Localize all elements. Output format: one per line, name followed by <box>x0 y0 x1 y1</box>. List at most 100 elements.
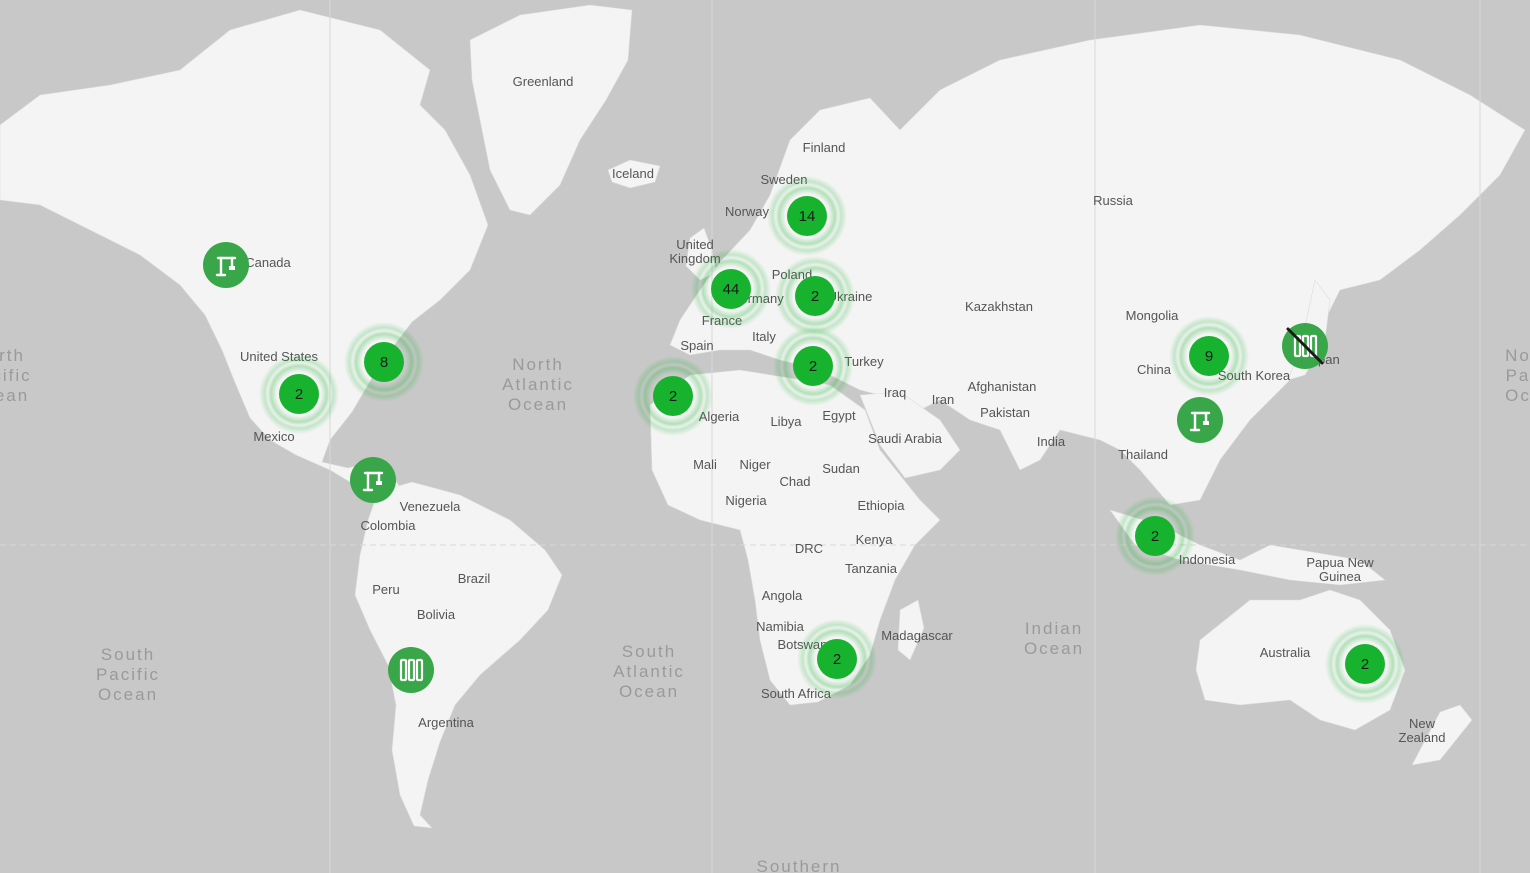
country-label-line: Bolivia <box>417 607 456 622</box>
country-label-line: Argentina <box>418 715 474 730</box>
country-label-mali: Mali <box>693 457 717 472</box>
country-label-line: Libya <box>770 414 802 429</box>
country-label-afghanistan: Afghanistan <box>968 379 1037 394</box>
cluster-count: 2 <box>809 358 817 375</box>
country-label-line: Afghanistan <box>968 379 1037 394</box>
country-label-line: Zealand <box>1399 730 1446 745</box>
ocean-label-line: cific <box>0 366 32 385</box>
country-label-line: Spain <box>680 338 713 353</box>
country-label-niger: Niger <box>739 457 771 472</box>
country-label-line: Namibia <box>756 619 804 634</box>
country-label-line: Finland <box>803 140 846 155</box>
cluster-northern-europe[interactable]: 14 <box>767 176 847 256</box>
country-label-iraq: Iraq <box>884 385 906 400</box>
country-label-spain: Spain <box>680 338 713 353</box>
country-label-mongolia: Mongolia <box>1126 308 1180 323</box>
country-label-australia: Australia <box>1260 645 1311 660</box>
site-marker-badge[interactable] <box>1177 397 1223 443</box>
country-label-iceland: Iceland <box>612 166 654 181</box>
site-marker-china-coast[interactable] <box>1177 397 1223 443</box>
country-label-chad: Chad <box>779 474 810 489</box>
ocean-label-line: Ocean <box>1024 639 1084 658</box>
cluster-south-us[interactable]: 2 <box>259 354 339 434</box>
cluster-count: 2 <box>295 386 303 403</box>
country-label-venezuela: Venezuela <box>400 499 461 514</box>
country-label-line: Brazil <box>458 571 491 586</box>
cluster-north-africa[interactable]: 2 <box>633 356 713 436</box>
country-label-line: Russia <box>1093 193 1134 208</box>
country-label-canada: Canada <box>245 255 291 270</box>
country-label-saudi-arabia: Saudi Arabia <box>868 431 942 446</box>
ocean-label-line: Ocean <box>508 395 568 414</box>
country-label-line: Guinea <box>1319 569 1362 584</box>
country-label-line: Tanzania <box>845 561 898 576</box>
country-label-line: Chad <box>779 474 810 489</box>
country-label-line: Kazakhstan <box>965 299 1033 314</box>
country-label-line: Nigeria <box>725 493 767 508</box>
cluster-count: 8 <box>380 354 388 371</box>
ocean-label-line: South <box>101 645 155 664</box>
country-label-brazil: Brazil <box>458 571 491 586</box>
cluster-western-europe[interactable]: 44 <box>691 249 771 329</box>
site-marker-japan[interactable] <box>1282 323 1328 369</box>
country-label-line: DRC <box>795 541 823 556</box>
country-label-line: Iceland <box>612 166 654 181</box>
site-marker-badge[interactable] <box>350 457 396 503</box>
cluster-count: 2 <box>1151 528 1159 545</box>
cluster-count: 2 <box>833 651 841 668</box>
country-label-line: Venezuela <box>400 499 461 514</box>
country-label-china: China <box>1137 362 1172 377</box>
cluster-australia[interactable]: 2 <box>1325 624 1405 704</box>
ocean-label-line: Atlantic <box>613 662 685 681</box>
cluster-turkey[interactable]: 2 <box>773 326 853 406</box>
country-label-line: Iraq <box>884 385 906 400</box>
cluster-eastern-europe[interactable]: 2 <box>775 256 855 336</box>
country-label-line: Egypt <box>822 408 856 423</box>
country-label-line: Pakistan <box>980 405 1030 420</box>
cluster-count: 2 <box>669 388 677 405</box>
cluster-east-asia[interactable]: 9 <box>1169 316 1249 396</box>
ocean-label-line: Indian <box>1025 619 1083 638</box>
country-label-angola: Angola <box>762 588 803 603</box>
country-label-colombia: Colombia <box>361 518 417 533</box>
site-marker-badge[interactable] <box>203 242 249 288</box>
country-label-line: Ethiopia <box>858 498 906 513</box>
country-label-line: Italy <box>752 329 776 344</box>
ocean-label-line: Oc <box>1505 386 1530 405</box>
country-label-sudan: Sudan <box>822 461 860 476</box>
ocean-label-line: Pa <box>1506 366 1530 385</box>
site-marker-canada[interactable] <box>203 242 249 288</box>
site-marker-chile[interactable] <box>388 647 434 693</box>
country-label-line: Mali <box>693 457 717 472</box>
country-label-kenya: Kenya <box>856 532 894 547</box>
country-label-line: Saudi Arabia <box>868 431 942 446</box>
country-label-russia: Russia <box>1093 193 1134 208</box>
country-label-line: Thailand <box>1118 447 1168 462</box>
country-label-peru: Peru <box>372 582 399 597</box>
ocean-label-southern-ocean: Southern <box>757 857 842 873</box>
world-map[interactable]: North Atlantic OceanSouth Atlantic OceanSout… <box>0 0 1530 873</box>
site-marker-central-america[interactable] <box>350 457 396 503</box>
country-label-tanzania: Tanzania <box>845 561 898 576</box>
country-label-thailand: Thailand <box>1118 447 1168 462</box>
cluster-indonesia[interactable]: 2 <box>1115 496 1195 576</box>
country-label-pakistan: Pakistan <box>980 405 1030 420</box>
ocean-label-line: Southern <box>757 857 842 873</box>
ocean-label-line: Atlantic <box>502 375 574 394</box>
country-label-line: Peru <box>372 582 399 597</box>
ocean-label-south-pacific-ocean: South Pacific Ocean <box>96 645 160 704</box>
country-label-italy: Italy <box>752 329 776 344</box>
ocean-label-line: ean <box>0 386 29 405</box>
ocean-label-south-atlantic-ocean: South Atlantic Ocean <box>613 642 685 701</box>
country-label-india: India <box>1037 434 1066 449</box>
cluster-southern-africa[interactable]: 2 <box>797 619 877 699</box>
cluster-east-us[interactable]: 8 <box>344 322 424 402</box>
country-label-greenland: Greenland <box>513 74 574 89</box>
ocean-label-line: Ocean <box>98 685 158 704</box>
ocean-label-line: No <box>1505 346 1530 365</box>
site-marker-badge[interactable] <box>388 647 434 693</box>
country-label-line: Colombia <box>361 518 417 533</box>
ocean-label-north-pacific-ocean-east-edge: No Pa Oc <box>1505 346 1530 405</box>
cluster-count: 44 <box>723 281 740 298</box>
ocean-label-north-atlantic-ocean: North Atlantic Ocean <box>502 355 574 414</box>
